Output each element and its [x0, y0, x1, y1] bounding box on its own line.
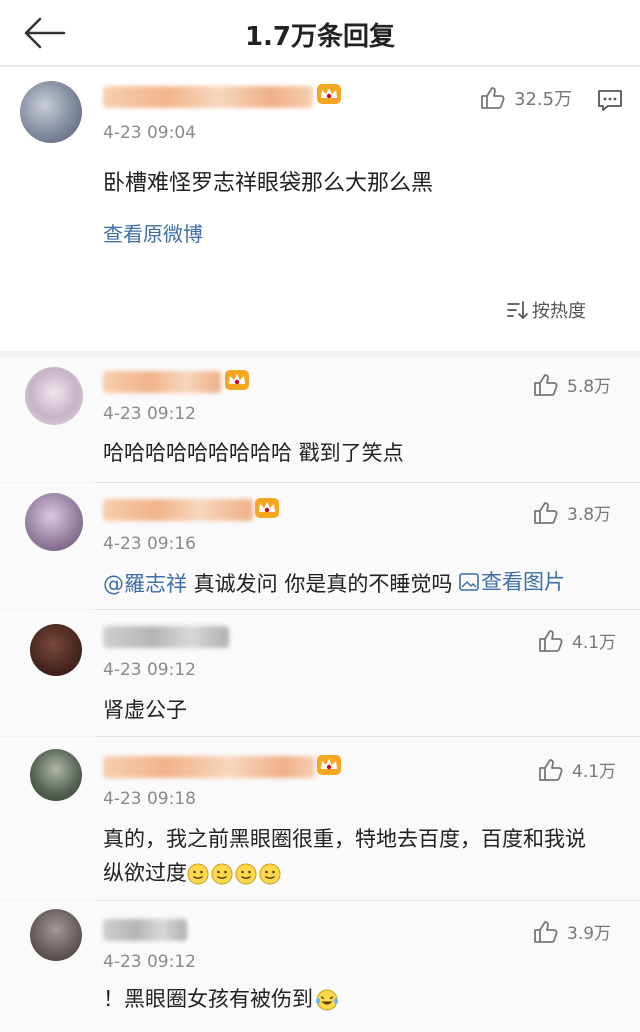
comment-body: 真诚发问 你是真的不睡觉吗	[187, 572, 460, 596]
comment-text: 卧槽难怪罗志祥眼袋那么大那么黑	[103, 171, 434, 196]
like-count: 4.1万	[572, 633, 617, 653]
comment-text: @羅志祥 真诚发问 你是真的不睡觉吗 查看图片	[103, 565, 565, 601]
comment-icon[interactable]	[597, 89, 623, 113]
thumbs-up-icon	[533, 373, 559, 397]
reply-item[interactable]: 4-23 09:12 3.9万 ！黑眼圈女孩有被伤到	[0, 901, 640, 1032]
top-bar: 1.7万条回复	[0, 0, 640, 66]
comment-time: 4-23 09:16	[103, 534, 196, 554]
comment-text: 哈哈哈哈哈哈哈哈哈 戳到了笑点	[103, 441, 404, 465]
avatar[interactable]	[25, 367, 83, 425]
reply-item[interactable]: 4-23 09:12 4.1万 肾虚公子	[0, 610, 640, 736]
comment-text: 肾虚公子	[103, 698, 187, 722]
thumbs-up-icon	[480, 86, 506, 110]
comment-body: ！黑眼圈女孩有被伤到	[103, 987, 313, 1011]
username-blurred[interactable]	[103, 371, 221, 393]
smile-emoji-icon	[211, 863, 233, 885]
laugh-cry-emoji-icon	[316, 989, 338, 1011]
avatar[interactable]	[30, 624, 82, 676]
smile-emoji-icon	[259, 863, 281, 885]
view-image-link[interactable]: 查看图片	[459, 565, 565, 599]
main-comment: 4-23 09:04 32.5万 卧槽难怪罗志祥眼袋那么大那么黑 查看原微博 按…	[0, 67, 640, 351]
like-count: 3.8万	[567, 505, 612, 525]
image-icon	[459, 573, 479, 591]
username-blurred[interactable]	[103, 756, 315, 778]
like-button[interactable]: 3.8万	[533, 500, 611, 525]
crown-badge-icon	[254, 497, 280, 519]
thumbs-up-icon	[533, 501, 559, 525]
avatar[interactable]	[30, 749, 82, 801]
comment-time: 4-23 09:12	[103, 660, 196, 680]
avatar[interactable]	[30, 909, 82, 961]
like-button[interactable]: 4.1万	[538, 757, 616, 782]
smile-emoji-icon	[187, 863, 209, 885]
comment-time: 4-23 09:04	[103, 123, 196, 143]
like-button[interactable]: 32.5万	[480, 85, 572, 111]
like-count: 5.8万	[567, 377, 612, 397]
reply-item[interactable]: 4-23 09:18 4.1万 真的，我之前黑眼圈很重，特地去百度，百度和我说 …	[0, 737, 640, 900]
view-original-link[interactable]: 查看原微博	[103, 217, 203, 251]
like-count: 3.9万	[567, 924, 612, 944]
page-title: 1.7万条回复	[244, 22, 396, 52]
crown-badge-icon	[316, 754, 342, 776]
comment-text-line-1: 真的，我之前黑眼圈很重，特地去百度，百度和我说	[103, 827, 586, 851]
mention-link[interactable]: @羅志祥	[103, 572, 187, 596]
sort-toggle[interactable]: 按热度	[506, 297, 586, 323]
like-button[interactable]: 5.8万	[533, 372, 611, 397]
comment-text: ！黑眼圈女孩有被伤到	[103, 982, 339, 1016]
username-blurred[interactable]	[103, 919, 187, 941]
like-count: 32.5万	[514, 89, 573, 110]
thumbs-up-icon	[533, 920, 559, 944]
thumbs-up-icon	[538, 629, 564, 653]
avatar[interactable]	[20, 81, 82, 143]
thumbs-up-icon	[538, 758, 564, 782]
crown-badge-icon	[224, 369, 250, 391]
view-image-label: 查看图片	[481, 570, 566, 594]
crown-badge-icon	[316, 83, 342, 105]
like-count: 4.1万	[572, 762, 617, 782]
comment-time: 4-23 09:12	[103, 952, 196, 972]
avatar[interactable]	[25, 493, 83, 551]
reply-item[interactable]: 4-23 09:16 3.8万 @羅志祥 真诚发问 你是真的不睡觉吗 查看图片	[0, 483, 640, 609]
comment-time: 4-23 09:12	[103, 404, 196, 424]
sort-label: 按热度	[532, 301, 586, 322]
reply-item[interactable]: 4-23 09:12 5.8万 哈哈哈哈哈哈哈哈哈 戳到了笑点	[0, 357, 640, 482]
username-blurred[interactable]	[103, 499, 253, 521]
comment-text-line-2: 纵欲过度	[103, 856, 281, 890]
like-button[interactable]: 4.1万	[538, 628, 616, 653]
comment-text-line-2-body: 纵欲过度	[103, 861, 187, 885]
smile-emoji-icon	[235, 863, 257, 885]
comment-time: 4-23 09:18	[103, 789, 196, 809]
username-blurred[interactable]	[103, 86, 313, 108]
sort-icon	[507, 301, 528, 319]
username-blurred[interactable]	[103, 626, 229, 648]
like-button[interactable]: 3.9万	[533, 919, 611, 944]
